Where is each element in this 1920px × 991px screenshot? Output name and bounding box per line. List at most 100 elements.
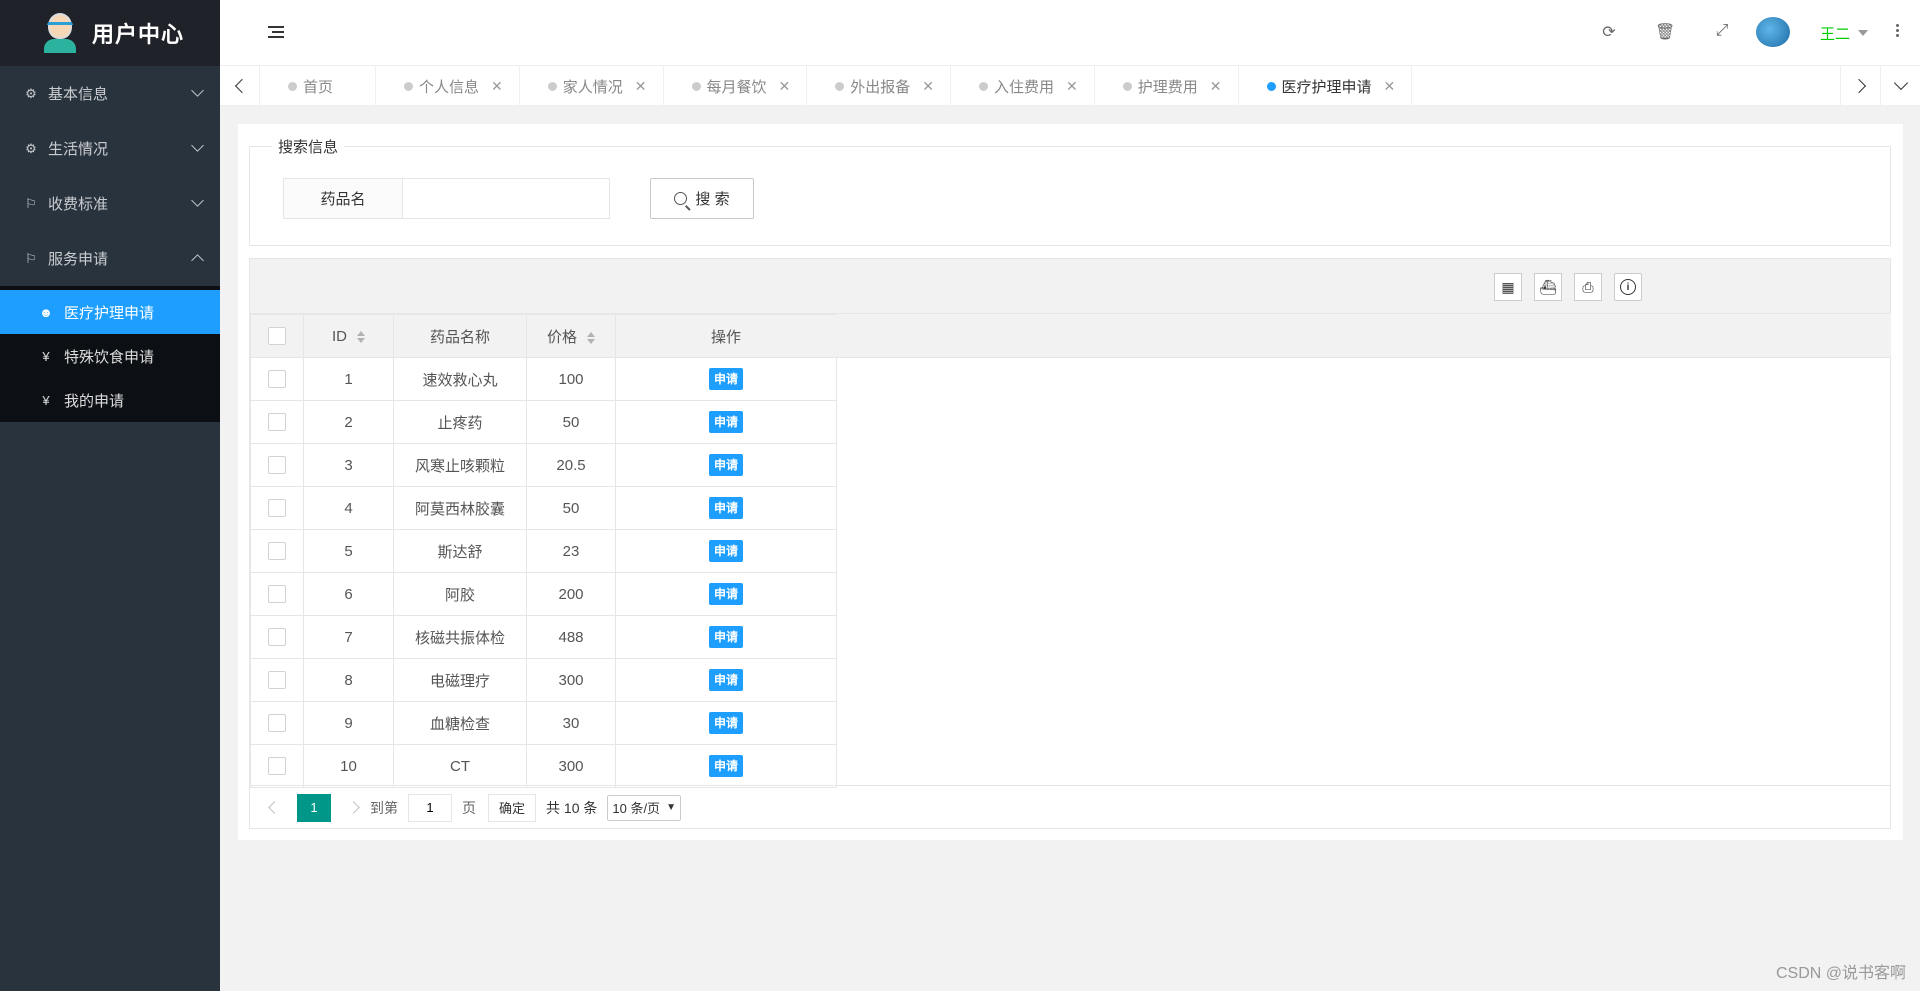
- row-checkbox[interactable]: [268, 499, 286, 518]
- cell-name: 斯达舒: [393, 529, 527, 573]
- close-icon[interactable]: ✕: [922, 78, 934, 95]
- column-header-price-label: 价格: [546, 328, 577, 346]
- select-all-cell: [250, 314, 304, 358]
- trash-icon[interactable]: 🗑: [1655, 22, 1675, 42]
- menu-toggle-icon[interactable]: [268, 26, 284, 40]
- tab-dot-icon: [404, 81, 414, 91]
- apply-button[interactable]: 申请: [708, 669, 743, 691]
- user-avatar[interactable]: [1756, 17, 1790, 47]
- close-icon[interactable]: ✕: [1066, 78, 1078, 95]
- page-size-select[interactable]: 10 条/页 ▼: [607, 794, 681, 821]
- table-row: 6 阿胶 200 申请: [250, 572, 837, 616]
- current-page-button[interactable]: 1: [297, 793, 331, 822]
- apply-button[interactable]: 申请: [708, 583, 743, 605]
- cell-id: 8: [303, 658, 394, 702]
- tab-0[interactable]: 首页: [260, 66, 377, 106]
- cell-id: 1: [303, 357, 394, 401]
- sidebar-subitem-2[interactable]: ¥ 我的申请: [0, 378, 220, 422]
- goto-page-input[interactable]: [408, 793, 452, 822]
- column-header-price[interactable]: 价格: [526, 314, 616, 358]
- column-header-action-label: 操作: [710, 328, 741, 346]
- row-checkbox[interactable]: [268, 757, 286, 776]
- tab-6[interactable]: 护理费用 ✕: [1095, 66, 1239, 106]
- sidebar-group-0[interactable]: ⚙ 基本信息: [0, 66, 220, 121]
- tabs-dropdown-button[interactable]: [1880, 66, 1920, 106]
- cell-price: 488: [526, 615, 616, 659]
- close-icon[interactable]: ✕: [779, 78, 791, 95]
- select-all-checkbox[interactable]: [268, 327, 286, 346]
- search-button[interactable]: 搜 索: [650, 178, 754, 219]
- cell-action: 申请: [615, 572, 837, 616]
- chevron-up-icon: [191, 254, 204, 267]
- prev-page-icon[interactable]: [268, 801, 281, 814]
- cell-price: 300: [526, 658, 616, 702]
- cell-id: 10: [303, 744, 394, 788]
- row-checkbox[interactable]: [268, 370, 286, 389]
- chevron-down-icon[interactable]: [1858, 30, 1868, 36]
- tab-5[interactable]: 入住费用 ✕: [951, 66, 1095, 106]
- refresh-icon[interactable]: ⟳: [1599, 22, 1619, 42]
- cell-name: 速效救心丸: [393, 357, 527, 401]
- search-button-label: 搜 索: [695, 191, 730, 208]
- gears-icon: ⚙: [25, 140, 37, 156]
- cell-price: 50: [526, 486, 616, 530]
- columns-filter-icon[interactable]: ▦: [1494, 273, 1522, 301]
- chevron-down-icon: [191, 84, 204, 97]
- apply-button[interactable]: 申请: [708, 712, 743, 734]
- close-icon[interactable]: ✕: [635, 78, 647, 95]
- tab-dot-icon: [835, 81, 845, 91]
- username[interactable]: 王二: [1820, 23, 1850, 44]
- tab-3[interactable]: 每月餐饮 ✕: [664, 66, 808, 106]
- sidebar-group-1[interactable]: ⚙ 生活情况: [0, 121, 220, 176]
- column-header-name-label: 药品名称: [429, 328, 490, 346]
- close-icon[interactable]: ✕: [491, 78, 503, 95]
- print-icon[interactable]: ⎙: [1574, 273, 1602, 301]
- tab-2[interactable]: 家人情况 ✕: [520, 66, 664, 106]
- cell-price: 30: [526, 701, 616, 745]
- row-checkbox[interactable]: [268, 671, 286, 690]
- sidebar-group-2[interactable]: ⚐ 收费标准: [0, 176, 220, 231]
- close-icon[interactable]: ✕: [1210, 78, 1222, 95]
- more-menu-icon[interactable]: [1896, 24, 1900, 39]
- row-checkbox[interactable]: [268, 456, 286, 475]
- next-page-icon[interactable]: [347, 801, 360, 814]
- apply-button[interactable]: 申请: [708, 497, 743, 519]
- tabs-prev-button[interactable]: [220, 66, 260, 106]
- tab-dot-icon: [979, 81, 989, 91]
- export-icon[interactable]: ⛴: [1534, 273, 1562, 301]
- apply-button[interactable]: 申请: [708, 411, 743, 433]
- tab-4[interactable]: 外出报备 ✕: [807, 66, 952, 106]
- fullscreen-icon[interactable]: ⤢: [1712, 22, 1732, 40]
- cell-id: 5: [303, 529, 394, 573]
- apply-button[interactable]: 申请: [708, 540, 743, 562]
- tab-1[interactable]: 个人信息 ✕: [376, 66, 520, 106]
- sort-icon[interactable]: [587, 331, 595, 344]
- row-checkbox[interactable]: [268, 714, 286, 733]
- info-icon[interactable]: i: [1614, 273, 1642, 301]
- sidebar-subitem-0[interactable]: ☻ 医疗护理申请: [0, 290, 220, 334]
- sort-icon[interactable]: [357, 330, 365, 343]
- goto-confirm-button[interactable]: 确定: [488, 793, 537, 822]
- tabs-next-button[interactable]: [1840, 66, 1880, 106]
- drug-name-input[interactable]: [402, 178, 610, 219]
- apply-button[interactable]: 申请: [708, 626, 743, 648]
- row-checkbox[interactable]: [268, 542, 286, 561]
- sidebar-group-3[interactable]: ⚐ 服务申请: [0, 231, 220, 286]
- sidebar-subitem-label: 医疗护理申请: [64, 304, 155, 322]
- row-checkbox[interactable]: [268, 585, 286, 604]
- column-header-id[interactable]: ID: [303, 314, 394, 358]
- cell-name: 止疼药: [393, 400, 527, 444]
- close-icon[interactable]: ✕: [1384, 78, 1396, 95]
- row-checkbox[interactable]: [268, 413, 286, 432]
- apply-button[interactable]: 申请: [708, 755, 743, 777]
- cell-id: 7: [303, 615, 394, 659]
- sidebar-subitem-1[interactable]: ¥ 特殊饮食申请: [0, 334, 220, 378]
- table-row: 8 电磁理疗 300 申请: [250, 658, 837, 702]
- row-checkbox[interactable]: [268, 628, 286, 647]
- tab-label: 家人情况: [562, 78, 623, 96]
- tab-7[interactable]: 医疗护理申请 ✕: [1239, 66, 1413, 106]
- apply-button[interactable]: 申请: [708, 454, 743, 476]
- goto-label: 到第: [370, 799, 398, 816]
- cell-action: 申请: [615, 486, 837, 530]
- apply-button[interactable]: 申请: [708, 368, 743, 390]
